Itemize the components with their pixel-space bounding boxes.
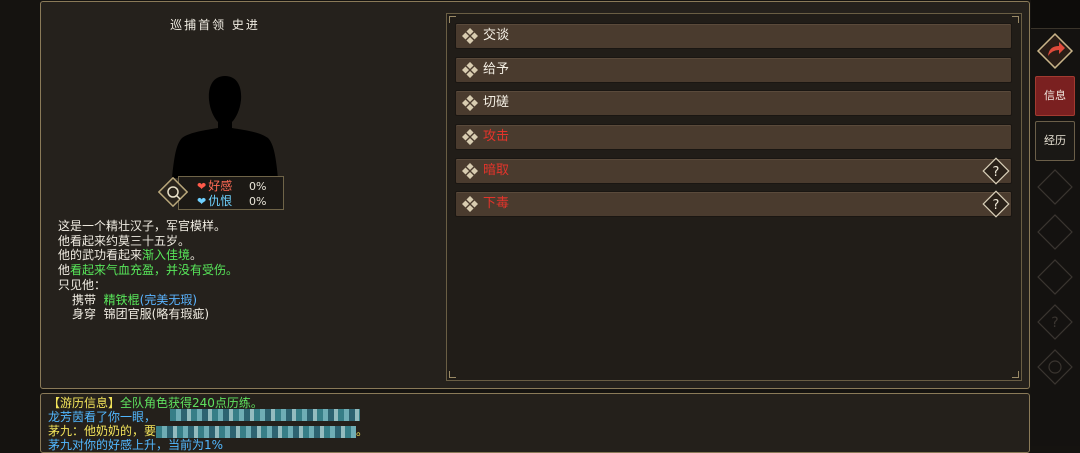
- diamond-bullet-icon: [462, 196, 478, 212]
- diamond-bullet-icon: [462, 28, 478, 44]
- diamond-bullet-icon: [462, 163, 478, 179]
- wear-line: 身穿 锦团官服(略有瑕疵): [72, 307, 210, 322]
- desc-line: 他看起来气血充盈，并没有受伤。: [58, 263, 239, 278]
- return-arrow-icon[interactable]: [1036, 32, 1074, 70]
- favor-value: 0%: [249, 180, 267, 193]
- log-line: 茅九：他奶奶的，要。: [48, 424, 369, 438]
- desc-line: 他的武功看起来渐入佳境。: [58, 248, 203, 263]
- npc-portrait: [172, 76, 278, 178]
- relationship-box: ❤ 好感 0% ❤ 仇恨 0%: [178, 176, 284, 210]
- action-button[interactable]: 攻击: [455, 124, 1012, 150]
- action-label: 攻击: [483, 129, 510, 144]
- sidebar-topbar: [1031, 0, 1080, 29]
- wear-item[interactable]: 锦团官服(略有瑕疵): [104, 307, 209, 321]
- action-button[interactable]: 下毒?: [455, 189, 1012, 219]
- action-label: 暗取: [483, 163, 510, 178]
- help-question-icon[interactable]: ?: [981, 156, 1011, 186]
- desc-line: 这是一个精壮汉子，军官模样。: [58, 219, 227, 233]
- action-button[interactable]: 切磋: [455, 90, 1012, 116]
- faded-emblem-icon: ?: [1037, 169, 1073, 385]
- hatred-value: 0%: [249, 195, 267, 208]
- diamond-bullet-icon: [462, 129, 478, 145]
- npc-title: 巡捕首领 史进: [170, 18, 260, 32]
- relation-emblem-icon: [158, 177, 188, 207]
- favor-row: ❤ 好感 0%: [197, 179, 266, 194]
- message-log: 【游历信息】全队角色获得240点历练。 龙芳茵看了你一眼， 茅九：他奶奶的，要。…: [48, 396, 368, 452]
- desc-line: 他看起来约莫三十五岁。: [58, 233, 191, 248]
- log-line: 茅九对你的好感上升，当前为1%: [48, 438, 224, 452]
- carry-item[interactable]: 精铁棍: [104, 293, 140, 307]
- help-glyph: ?: [993, 198, 1000, 213]
- log-line: 【游历信息】全队角色获得240点历练。: [48, 396, 263, 410]
- favor-heart-icon: ❤: [197, 180, 207, 193]
- diamond-bullet-icon: [462, 95, 478, 111]
- info-tab-button[interactable]: 信息: [1035, 76, 1075, 116]
- diamond-bullet-icon: [462, 62, 478, 78]
- action-label: 交谈: [483, 28, 510, 43]
- favor-label: 好感: [208, 179, 233, 193]
- hatred-heart-icon: ❤: [197, 195, 207, 208]
- desc-line: 只见他：: [58, 277, 107, 292]
- action-button[interactable]: 给予: [455, 57, 1012, 83]
- help-question-icon[interactable]: ?: [981, 189, 1011, 219]
- action-button[interactable]: 暗取?: [455, 156, 1012, 186]
- hatred-row: ❤ 仇恨 0%: [197, 194, 266, 209]
- history-tab-button[interactable]: 经历: [1035, 121, 1075, 161]
- carry-line: 携带 精铁棍(完美无瑕): [72, 292, 198, 307]
- action-label: 下毒: [483, 196, 510, 211]
- action-button[interactable]: 交谈: [455, 23, 1012, 49]
- action-label: 切磋: [483, 95, 510, 110]
- blurred-text: [156, 425, 357, 438]
- help-glyph: ?: [993, 165, 1000, 180]
- hatred-label: 仇恨: [208, 194, 233, 208]
- svg-text:?: ?: [1051, 315, 1058, 331]
- action-label: 给予: [483, 62, 510, 77]
- npc-description: 这是一个精壮汉子，军官模样。 他看起来约莫三十五岁。 他的武功看起来渐入佳境。 …: [58, 219, 238, 322]
- blurred-text: [170, 409, 360, 421]
